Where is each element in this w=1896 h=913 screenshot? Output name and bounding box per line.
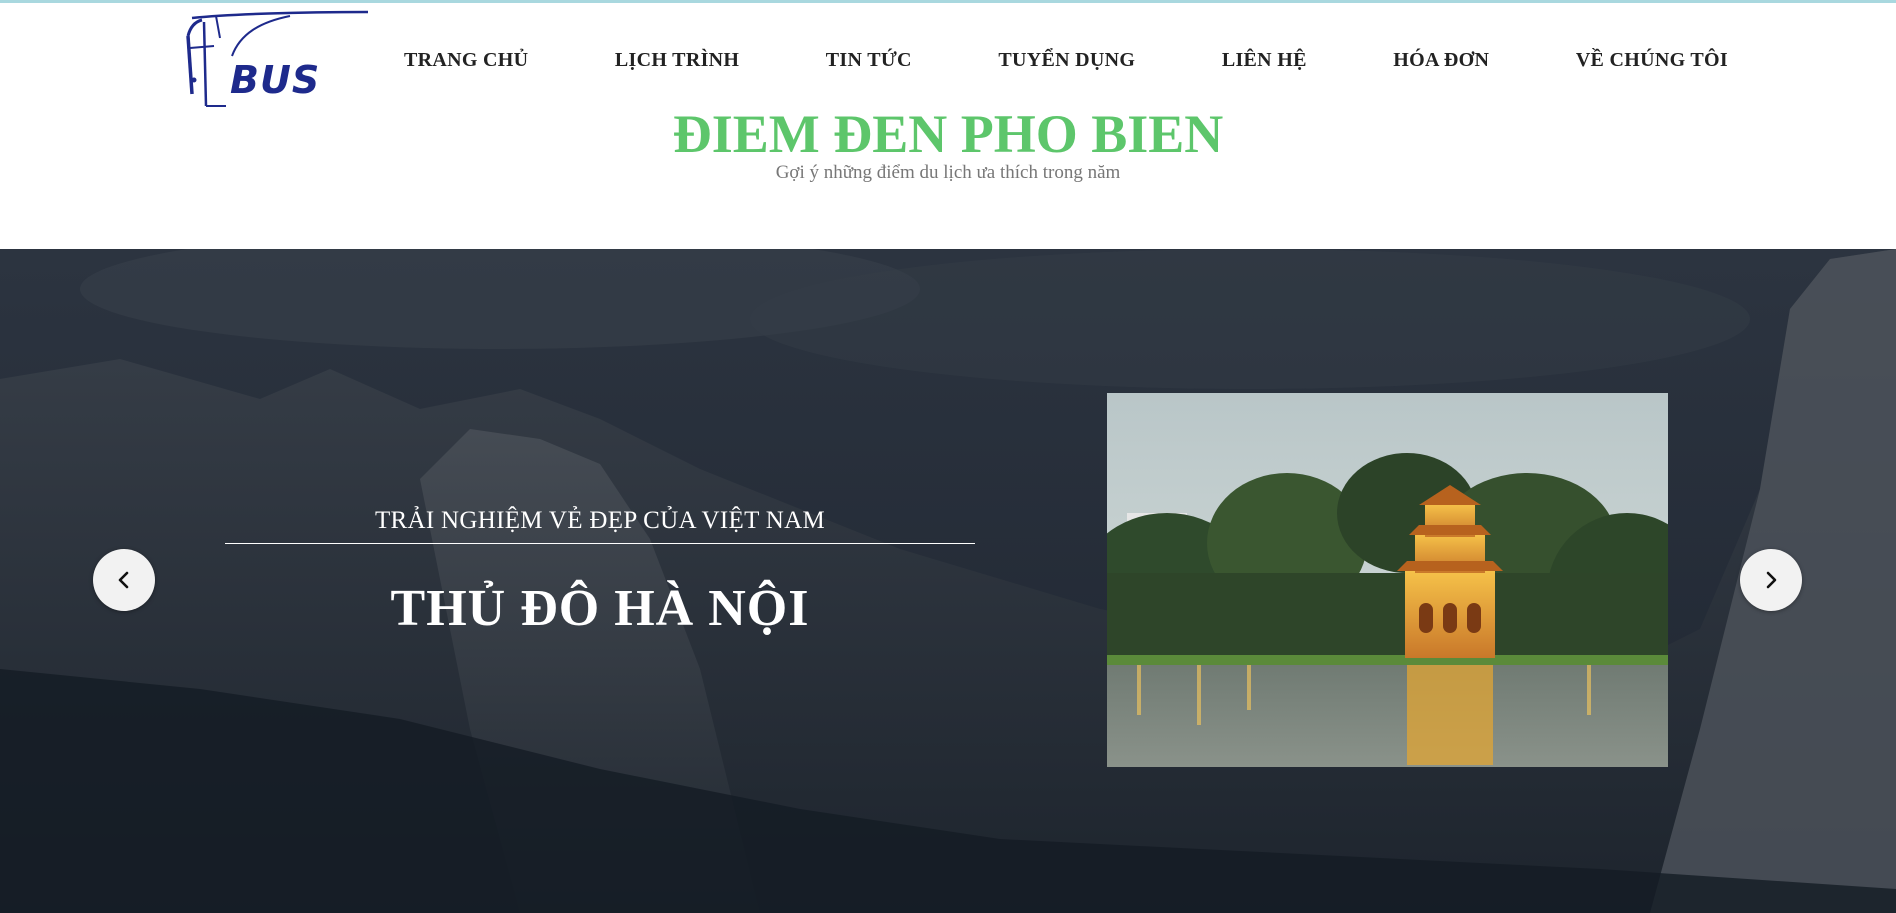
main-nav: TRANG CHỦ LỊCH TRÌNH TIN TỨC TUYỂN DỤNG … bbox=[376, 40, 1756, 80]
nav-item-home[interactable]: TRANG CHỦ bbox=[376, 43, 556, 78]
nav-item-contact[interactable]: LIÊN HỆ bbox=[1194, 43, 1335, 78]
section-subtitle: Gợi ý những điểm du lịch ưa thích trong … bbox=[775, 162, 1121, 183]
nav-item-schedule[interactable]: LỊCH TRÌNH bbox=[587, 43, 767, 78]
logo-text: BUS bbox=[230, 58, 321, 102]
hero-slider: TRẢI NGHIỆM VẺ ĐẸP CỦA VIỆT NAM THỦ ĐÔ H… bbox=[0, 249, 1896, 913]
slide-divider bbox=[225, 543, 975, 544]
top-border bbox=[0, 0, 1896, 3]
nav-item-invoice[interactable]: HÓA ĐƠN bbox=[1365, 43, 1517, 78]
slider-prev-button[interactable] bbox=[93, 549, 155, 611]
nav-item-recruitment[interactable]: TUYỂN DỤNG bbox=[970, 43, 1163, 78]
slide-kicker: TRẢI NGHIỆM VẺ ĐẸP CỦA VIỆT NAM bbox=[374, 507, 826, 534]
page: BUS TRANG CHỦ LỊCH TRÌNH TIN TỨC TUYỂN D… bbox=[0, 0, 1896, 913]
slide-title: THỦ ĐÔ HÀ NỘI bbox=[390, 580, 810, 637]
nav-item-about[interactable]: VỀ CHÚNG TÔI bbox=[1548, 43, 1756, 78]
slider-next-button[interactable] bbox=[1740, 549, 1802, 611]
chevron-left-icon bbox=[118, 571, 129, 589]
logo[interactable]: BUS bbox=[180, 8, 370, 112]
nav-item-news[interactable]: TIN TỨC bbox=[798, 43, 940, 78]
slide-photo bbox=[1107, 393, 1668, 767]
turtle-tower-image bbox=[1107, 393, 1668, 767]
section-title: ĐIEM ĐEN PHO BIEN bbox=[672, 104, 1224, 164]
chevron-right-icon bbox=[1766, 571, 1777, 589]
